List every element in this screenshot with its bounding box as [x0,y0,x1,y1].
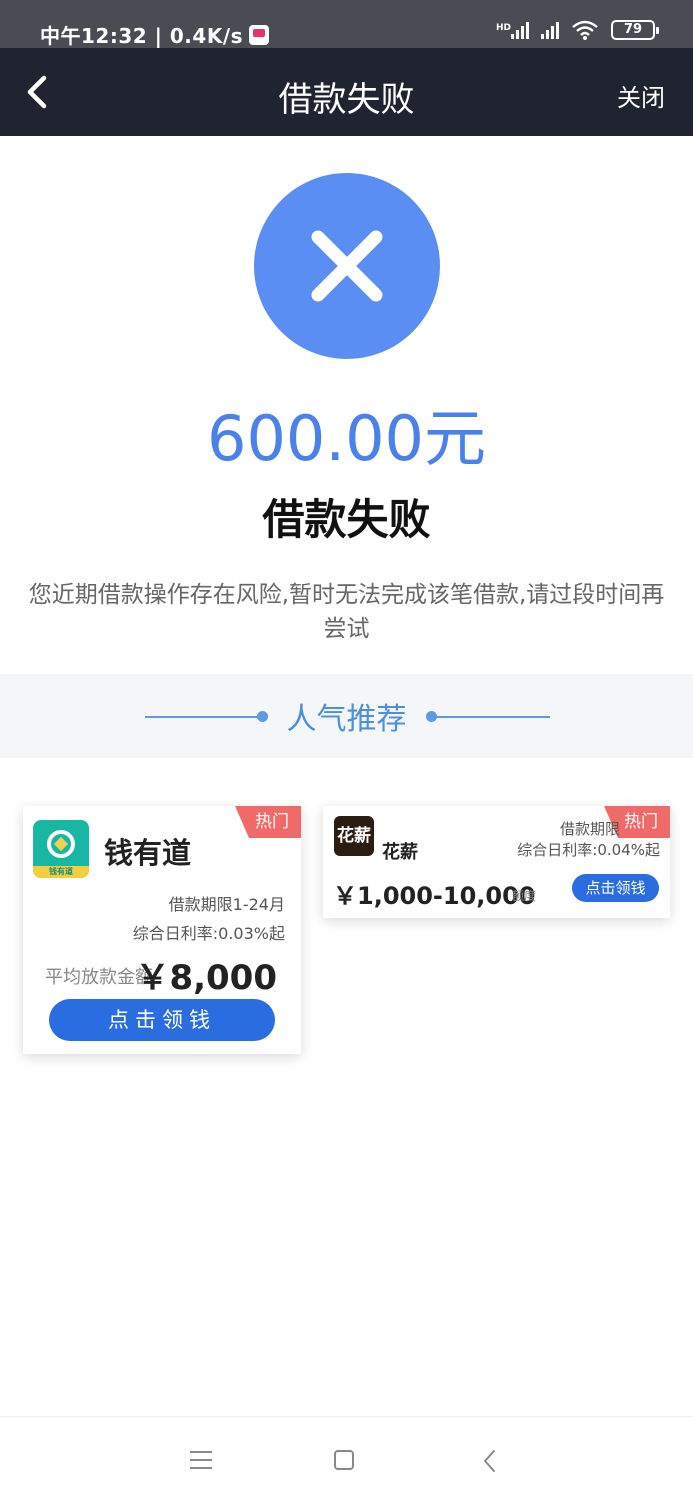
amount-unit: 额度 [512,889,537,903]
loan-amount-value: ￥8,000 [135,958,277,998]
wifi-icon [572,20,598,40]
logo-text: 钱有道 [33,866,89,878]
back-chevron-icon[interactable] [480,1449,500,1473]
qianyoudao-logo-icon: 钱有道 [33,820,89,878]
status-bar: 中午12:32 | 0.4K/s HD 79 [0,0,693,48]
hd-signal-icon: HD [496,21,529,39]
page-title: 借款失败 [278,80,415,120]
home-square-icon[interactable] [334,1450,354,1470]
section-title: 人气推荐 [286,702,407,737]
hd-label: HD [495,23,511,33]
menu-icon[interactable] [190,1451,212,1469]
loan-term: 借款期限 [559,820,620,838]
daily-rate: 综合日利率:0.03%起 [132,924,285,943]
signal-icon [541,21,559,39]
huaxin-logo-icon: 花薪 [334,816,374,856]
daily-rate: 综合日利率:0.04%起 [517,841,660,859]
product-name: 钱有道 [104,836,192,870]
result-description: 您近期借款操作存在风险,暂时无法完成该笔借款,请过段时间再尝试 [28,582,665,642]
product-card[interactable]: 热门 花薪 花薪 借款期限 综合日利率:0.04%起 ￥1,000-10,000… [323,806,670,918]
close-x-icon [311,230,383,302]
system-nav-bar [0,1416,693,1500]
nav-bar: 借款失败 关闭 [0,48,693,136]
get-money-button[interactable]: 点击领钱 [49,999,275,1041]
result-title: 借款失败 [262,495,431,544]
status-time-speed: 中午12:32 | 0.4K/s [40,24,244,48]
status-left: 中午12:32 | 0.4K/s [40,20,270,49]
youku-app-icon [249,24,270,45]
product-name: 花薪 [382,842,418,863]
loan-amount: 600.00元 [207,402,486,475]
recommend-section-header: 人气推荐 [0,674,693,758]
close-button[interactable]: 关闭 [617,78,665,113]
decor-line-right [434,716,550,718]
loan-term: 借款期限1-24月 [168,895,285,914]
get-money-button[interactable]: 点击领钱 [572,874,659,902]
battery-icon: 79 [611,20,659,40]
loan-amount-value: ￥1,000-10,000 [333,882,536,910]
status-right: HD 79 [496,20,659,40]
hot-badge: 热门 [235,806,301,838]
product-card[interactable]: 热门 钱有道 钱有道 借款期限1-24月 综合日利率:0.03%起 平均放款金额… [23,806,301,1054]
fail-circle [254,173,440,359]
